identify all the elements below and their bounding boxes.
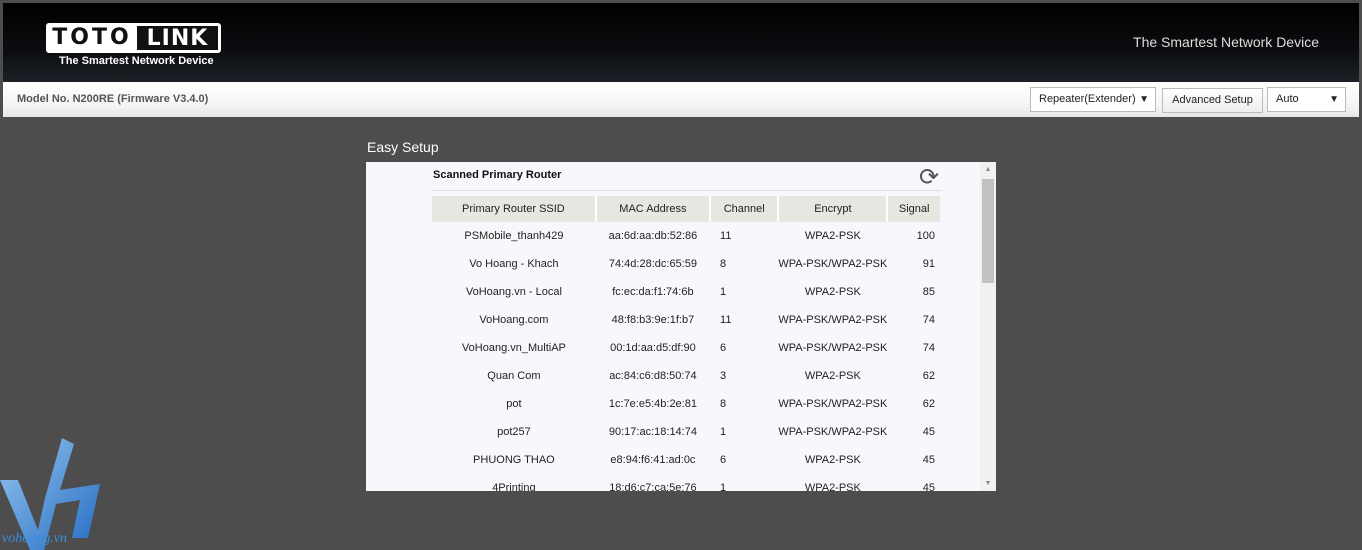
column-header: Channel xyxy=(710,196,780,222)
encrypt-cell: WPA2-PSK xyxy=(804,286,861,298)
channel-cell: 3 xyxy=(720,370,727,382)
encrypt-cell: WPA-PSK/WPA2-PSK xyxy=(778,342,888,354)
logo-right: LINK xyxy=(137,26,218,51)
encrypt-cell: WPA2-PSK xyxy=(804,370,861,382)
ssid-cell: VoHoang.vn_MultiAP xyxy=(461,342,566,354)
totolink-logo: TOTO LINK xyxy=(46,23,221,53)
column-header: Signal xyxy=(887,196,940,222)
signal-cell: 91 xyxy=(922,258,935,270)
mode-select-value: Repeater(Extender) xyxy=(1039,93,1136,105)
signal-cell: 74 xyxy=(922,342,935,354)
mac-cell: 90:17:ac:18:14:74 xyxy=(608,426,697,438)
encrypt-cell: WPA-PSK/WPA2-PSK xyxy=(778,314,888,326)
model-number: Model No. N200RE (Firmware V3.4.0) xyxy=(17,93,209,105)
logo-tagline: The Smartest Network Device xyxy=(59,55,214,67)
channel-cell: 1 xyxy=(720,426,727,438)
scroll-up-icon[interactable]: ▲ xyxy=(980,166,996,173)
ssid-cell: 4Printing xyxy=(492,482,536,491)
table-row[interactable]: VoHoang.vn - Local fc:ec:da:f1:74:6b 1 WPA2… xyxy=(432,278,940,306)
column-header: Encrypt xyxy=(778,196,889,222)
encrypt-cell: WPA2-PSK xyxy=(804,482,861,491)
page-title: Easy Setup xyxy=(367,139,439,155)
language-select[interactable]: Auto ▼ xyxy=(1267,87,1346,112)
channel-cell: 1 xyxy=(720,482,727,491)
encrypt-cell: WPA2-PSK xyxy=(804,454,861,466)
advanced-setup-button[interactable]: Advanced Setup xyxy=(1162,88,1263,113)
table-row[interactable]: VoHoang.vn_MultiAP 00:1d:aa:d5:df:90 6 WPA-… xyxy=(432,334,940,362)
column-header: MAC Address xyxy=(595,196,712,222)
ssid-cell: Vo Hoang - Khach xyxy=(469,258,559,270)
ssid-cell: pot xyxy=(506,398,522,410)
channel-cell: 8 xyxy=(720,258,727,270)
table-row[interactable]: PSMobile_thanh429 aa:6d:aa:db:52:86 11 WPA2… xyxy=(432,222,940,250)
mac-cell: 1c:7e:e5:4b:2e:81 xyxy=(608,398,697,410)
ssid-cell: PSMobile_thanh429 xyxy=(464,230,564,242)
header: TOTO LINK The Smartest Network Device Th… xyxy=(3,3,1359,82)
router-table: Primary Router SSID MAC Address Channel Enc… xyxy=(432,196,940,491)
language-select-value: Auto xyxy=(1276,93,1299,105)
mac-cell: fc:ec:da:f1:74:6b xyxy=(612,286,694,298)
table-row[interactable]: pot257 90:17:ac:18:14:74 1 WPA-PSK/WPA2-PSK… xyxy=(432,418,940,446)
mac-cell: 18:d6:c7:ca:5e:76 xyxy=(609,482,697,491)
ssid-cell: pot257 xyxy=(497,426,531,438)
logo-left: TOTO xyxy=(52,25,132,50)
signal-cell: 45 xyxy=(922,426,935,438)
channel-cell: 8 xyxy=(720,398,727,410)
watermark-text: vohoang.vn xyxy=(2,531,67,546)
column-header: Primary Router SSID xyxy=(432,196,597,222)
encrypt-cell: WPA-PSK/WPA2-PSK xyxy=(778,398,888,410)
mac-cell: ac:84:c6:d8:50:74 xyxy=(609,370,697,382)
mac-cell: 48:f8:b3:9e:1f:b7 xyxy=(611,314,695,326)
table-row[interactable]: Vo Hoang - Khach 74:4d:28:dc:65:59 8 WPA-PS… xyxy=(432,250,940,278)
mode-select[interactable]: Repeater(Extender) ▼ xyxy=(1030,87,1156,112)
table-row[interactable]: pot 1c:7e:e5:4b:2e:81 8 WPA-PSK/WPA2-PSK 62 xyxy=(432,390,940,418)
panel-title: Scanned Primary Router xyxy=(433,169,562,181)
table-row[interactable]: VoHoang.com 48:f8:b3:9e:1f:b7 11 WPA-PSK/WP… xyxy=(432,306,940,334)
mac-cell: 00:1d:aa:d5:df:90 xyxy=(610,342,696,354)
signal-cell: 100 xyxy=(916,230,935,242)
ssid-cell: PHUONG THAO xyxy=(473,454,555,466)
table-row[interactable]: 4Printing 18:d6:c7:ca:5e:76 1 WPA2-PSK 45 xyxy=(432,474,940,491)
signal-cell: 85 xyxy=(922,286,935,298)
mac-cell: e8:94:f6:41:ad:0c xyxy=(610,454,696,466)
dropdown-arrow-icon: ▼ xyxy=(1139,94,1149,105)
signal-cell: 62 xyxy=(922,370,935,382)
signal-cell: 45 xyxy=(922,482,935,491)
encrypt-cell: WPA-PSK/WPA2-PSK xyxy=(778,258,888,270)
mac-cell: 74:4d:28:dc:65:59 xyxy=(608,258,697,270)
table-row[interactable]: PHUONG THAO e8:94:f6:41:ad:0c 6 WPA2-PSK 45 xyxy=(432,446,940,474)
channel-cell: 6 xyxy=(720,342,727,354)
ssid-cell: Quan Com xyxy=(487,370,541,382)
scanned-router-panel: Scanned Primary Router ⟳ Primary Router … xyxy=(366,162,996,491)
scrollbar[interactable]: ▲ ▼ xyxy=(980,162,996,491)
channel-cell: 11 xyxy=(720,230,732,242)
encrypt-cell: WPA-PSK/WPA2-PSK xyxy=(778,426,888,438)
channel-cell: 11 xyxy=(720,314,732,326)
table-row[interactable]: Quan Com ac:84:c6:d8:50:74 3 WPA2-PSK 62 xyxy=(432,362,940,390)
refresh-icon[interactable]: ⟳ xyxy=(919,163,939,192)
signal-cell: 62 xyxy=(922,398,935,410)
channel-cell: 1 xyxy=(720,286,727,298)
encrypt-cell: WPA2-PSK xyxy=(804,230,861,242)
scroll-down-icon[interactable]: ▼ xyxy=(980,480,996,487)
channel-cell: 6 xyxy=(720,454,727,466)
signal-cell: 45 xyxy=(922,454,935,466)
ssid-cell: VoHoang.com xyxy=(479,314,549,326)
header-tagline: The Smartest Network Device xyxy=(1133,34,1319,50)
dropdown-arrow-icon: ▼ xyxy=(1329,94,1339,105)
signal-cell: 74 xyxy=(922,314,935,326)
scrollbar-thumb[interactable] xyxy=(982,179,994,283)
model-bar: Model No. N200RE (Firmware V3.4.0) Repea… xyxy=(3,82,1359,117)
ssid-cell: VoHoang.vn - Local xyxy=(465,286,562,298)
divider xyxy=(432,190,941,191)
mac-cell: aa:6d:aa:db:52:86 xyxy=(608,230,698,242)
